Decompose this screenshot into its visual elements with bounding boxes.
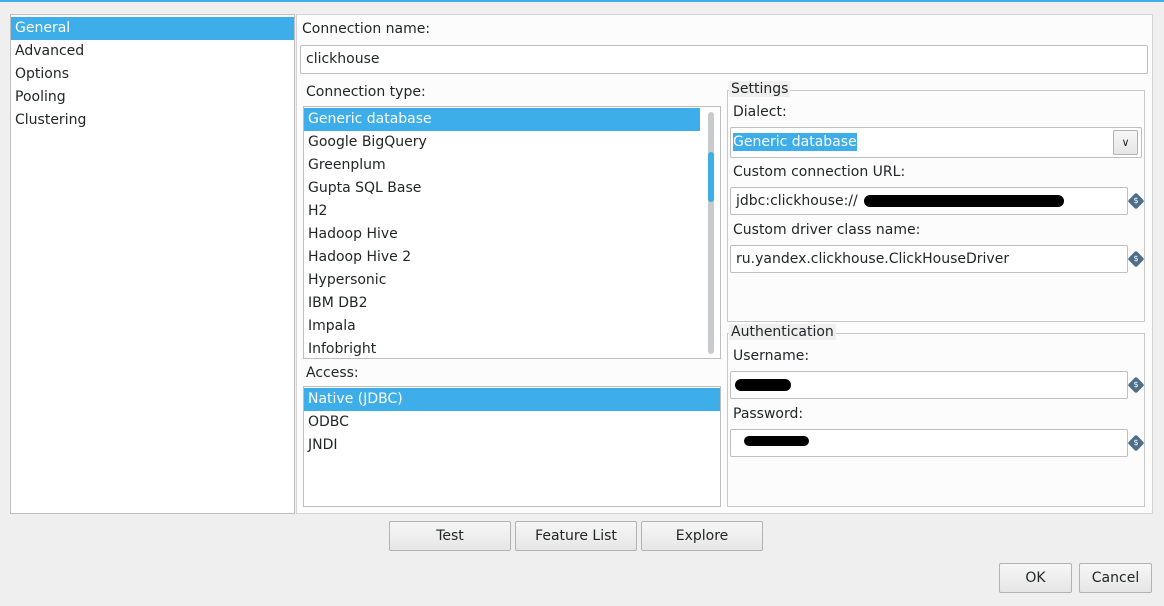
redacted: [744, 436, 809, 446]
password-input[interactable]: [730, 429, 1128, 457]
dropdown-button[interactable]: ∨: [1113, 130, 1138, 155]
dialect-value: Generic database: [733, 133, 857, 151]
scrollbar-thumb[interactable]: [708, 152, 714, 202]
sidebar-item-clustering[interactable]: Clustering: [11, 109, 294, 132]
explore-button[interactable]: Explore: [641, 521, 763, 551]
list-item[interactable]: ODBC: [304, 411, 720, 434]
redacted: [864, 195, 1064, 207]
connection-type-list: Generic database Google BigQuery Greenplum…: [303, 106, 721, 359]
list-item[interactable]: Gupta SQL Base: [304, 177, 700, 200]
redacted: [735, 379, 791, 391]
driver-label: Custom driver class name:: [733, 222, 921, 238]
list-item[interactable]: JNDI: [304, 434, 720, 457]
list-item[interactable]: H2: [304, 200, 700, 223]
connection-name-input[interactable]: clickhouse: [300, 45, 1148, 74]
feature-list-button[interactable]: Feature List: [515, 521, 637, 551]
connection-name-label: Connection name:: [302, 21, 431, 37]
url-label: Custom connection URL:: [733, 164, 906, 180]
sidebar-item-pooling[interactable]: Pooling: [11, 86, 294, 109]
variable-icon[interactable]: $: [1127, 434, 1145, 452]
variable-icon[interactable]: $: [1127, 250, 1145, 268]
password-label: Password:: [733, 406, 804, 422]
access-list: Native (JDBC) ODBC JNDI: [303, 386, 721, 507]
sidebar-item-options[interactable]: Options: [11, 63, 294, 86]
cancel-button[interactable]: Cancel: [1079, 563, 1152, 593]
connection-type-label: Connection type:: [306, 84, 426, 100]
list-item[interactable]: Generic database: [304, 108, 700, 131]
list-item[interactable]: Impala: [304, 315, 700, 338]
scrollbar[interactable]: [708, 112, 714, 354]
list-item[interactable]: Greenplum: [304, 154, 700, 177]
authentication-title: Authentication: [729, 324, 836, 340]
list-item[interactable]: Infobright: [304, 338, 700, 358]
driver-input[interactable]: ru.yandex.clickhouse.ClickHouseDriver: [730, 245, 1128, 273]
variable-icon[interactable]: $: [1127, 376, 1145, 394]
variable-icon[interactable]: $: [1127, 192, 1145, 210]
settings-title: Settings: [729, 81, 791, 97]
dialect-select[interactable]: Generic database ∨: [730, 127, 1142, 158]
sidebar-item-advanced[interactable]: Advanced: [11, 40, 294, 63]
list-item[interactable]: IBM DB2: [304, 292, 700, 315]
ok-button[interactable]: OK: [999, 563, 1072, 593]
list-item[interactable]: Google BigQuery: [304, 131, 700, 154]
dialect-label: Dialect:: [733, 104, 787, 120]
username-input[interactable]: [730, 371, 1128, 399]
list-item[interactable]: Native (JDBC): [304, 388, 720, 411]
url-input[interactable]: jdbc:clickhouse://: [730, 187, 1128, 215]
test-button[interactable]: Test: [389, 521, 511, 551]
list-item[interactable]: Hadoop Hive: [304, 223, 700, 246]
sidebar-item-general[interactable]: General: [11, 17, 294, 40]
chevron-down-icon: ∨: [1121, 136, 1130, 149]
sidebar-nav: General Advanced Options Pooling Cluster…: [10, 14, 295, 514]
username-label: Username:: [733, 348, 810, 364]
list-item[interactable]: Hadoop Hive 2: [304, 246, 700, 269]
list-item[interactable]: Hypersonic: [304, 269, 700, 292]
access-label: Access:: [306, 365, 359, 381]
url-value: jdbc:clickhouse://: [736, 193, 858, 209]
